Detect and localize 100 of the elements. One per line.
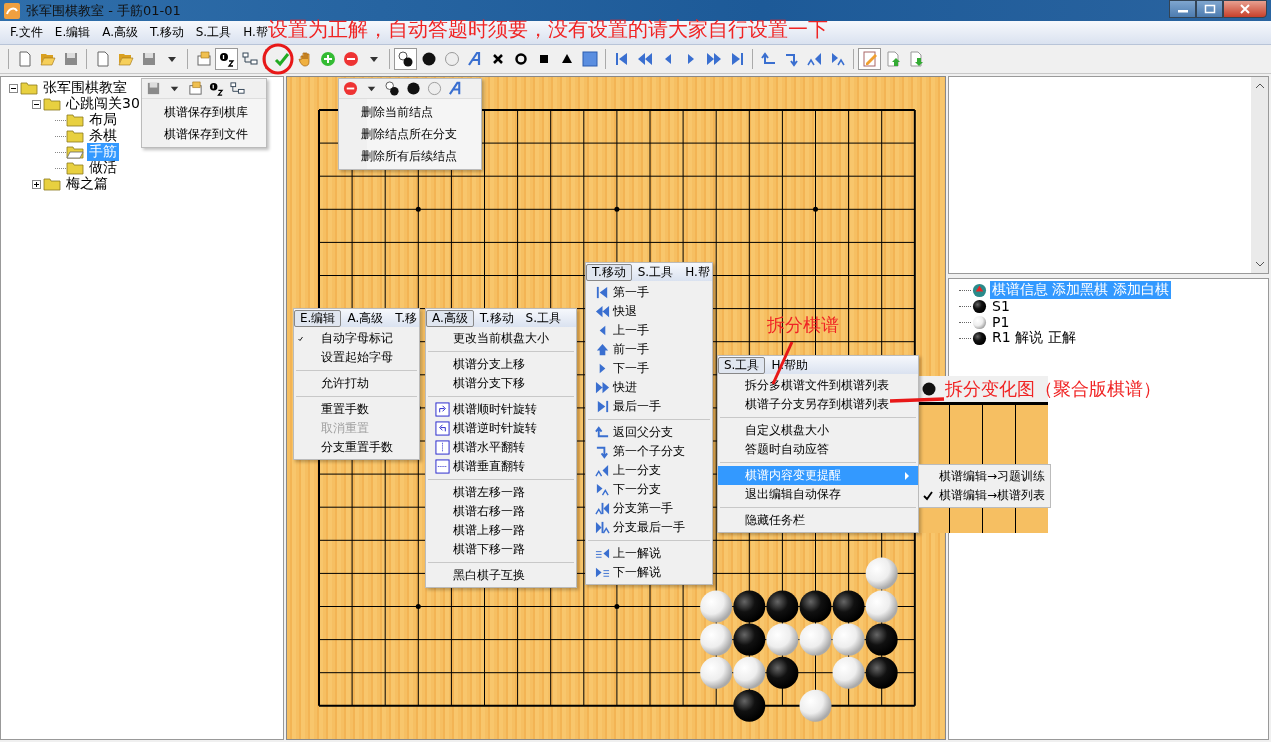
menu-item[interactable]: 删除当前结点 xyxy=(339,101,481,123)
menu-item[interactable]: 棋谱顺时针旋转 xyxy=(426,400,576,419)
remove-icon[interactable] xyxy=(343,81,358,96)
menu-item[interactable]: F.文件 xyxy=(4,24,49,41)
tree-item[interactable]: 做活 xyxy=(87,159,119,177)
folder-icon xyxy=(43,177,61,191)
rotate-clockwise-icon xyxy=(435,402,450,417)
stone-icon xyxy=(420,51,437,67)
menu-tab[interactable]: T.移 xyxy=(389,309,423,327)
menu-item[interactable]: 下一手 xyxy=(586,359,712,378)
menu-item[interactable]: 分支重置手数 xyxy=(294,438,419,457)
menu-tab[interactable]: S.工具 xyxy=(519,309,567,327)
tree-item[interactable]: 布局 xyxy=(87,111,119,129)
menu-item[interactable]: 棋谱垂直翻转 xyxy=(426,457,576,476)
menu-item[interactable]: 上一解说 xyxy=(586,544,712,563)
move-numbers-icon[interactable] xyxy=(209,81,224,96)
child-branch-icon xyxy=(783,51,800,67)
menu-item[interactable]: 答题时自动应答 xyxy=(718,440,918,459)
menu-item[interactable]: 删除结点所在分支 xyxy=(339,123,481,145)
menu-item[interactable]: 下一解说 xyxy=(586,563,712,582)
stone-icon[interactable] xyxy=(406,81,421,96)
menu-item[interactable]: 退出编辑自动保存 xyxy=(718,485,918,504)
menu-item[interactable]: 棋谱下移一路 xyxy=(426,540,576,559)
menu-tab[interactable]: S.工具 xyxy=(631,263,680,281)
menu-item[interactable]: 自动字母标记 xyxy=(294,329,419,348)
menu-item[interactable]: 返回父分支 xyxy=(586,423,712,442)
menu-tab[interactable]: E.编辑 xyxy=(294,309,342,327)
menu-item[interactable]: 棋谱子分支另存到棋谱列表 xyxy=(718,395,918,414)
stones-icon[interactable] xyxy=(385,81,400,96)
expand-icon[interactable] xyxy=(32,99,41,109)
menu-item[interactable]: 第一手 xyxy=(586,283,712,302)
move-node[interactable]: P1 xyxy=(990,314,1012,330)
menu-item[interactable]: 棋谱保存到棋库 xyxy=(142,101,266,123)
edit-button[interactable] xyxy=(858,48,881,70)
window-title: 张军围棋教室 - 手筋01-01 xyxy=(26,1,181,20)
menu-item[interactable]: 设置起始字母 xyxy=(294,348,419,367)
menu-item[interactable]: 上一手 xyxy=(586,321,712,340)
menu-tab[interactable]: A.高级 xyxy=(426,309,474,327)
menu-item[interactable]: 棋谱编辑→习题训练 xyxy=(919,467,1050,486)
menu-item[interactable]: 下一分支 xyxy=(586,480,712,499)
menu-item[interactable]: T.移动 xyxy=(144,24,190,41)
menu-item[interactable]: 棋谱逆时针旋转 xyxy=(426,419,576,438)
move-node[interactable]: S1 xyxy=(990,298,1012,314)
tree-item[interactable]: 张军围棋教室 xyxy=(41,79,129,97)
menu-item[interactable]: 第一个子分支 xyxy=(586,442,712,461)
tree-item[interactable]: 杀棋 xyxy=(87,127,119,145)
move-numbers-button[interactable] xyxy=(215,48,238,70)
menu-item[interactable]: 分支第一手 xyxy=(586,499,712,518)
tree-item[interactable]: 心跳闯关30 xyxy=(64,95,142,113)
tree-item[interactable]: 梅之篇 xyxy=(64,175,110,193)
minimize-button[interactable] xyxy=(1169,0,1196,18)
menu-item[interactable]: 分支最后一手 xyxy=(586,518,712,537)
letter-icon[interactable] xyxy=(448,81,463,96)
menu-item[interactable]: 快退 xyxy=(586,302,712,321)
menu-tab[interactable]: T.移动 xyxy=(473,309,520,327)
move-node[interactable]: R1 解说 正解 xyxy=(990,329,1078,347)
previous-comment-icon xyxy=(595,546,610,561)
tree-icon[interactable] xyxy=(230,81,245,96)
menu-item[interactable]: 重置手数 xyxy=(294,400,419,419)
menu-item[interactable]: 隐藏任务栏 xyxy=(718,511,918,530)
menu-item[interactable]: 棋谱保存到文件 xyxy=(142,123,266,145)
folder-icon xyxy=(66,129,84,143)
menu-item[interactable]: 允许打劫 xyxy=(294,374,419,393)
next-branch-icon xyxy=(595,482,610,497)
menu-item[interactable]: 棋谱上移一路 xyxy=(426,521,576,540)
properties-icon[interactable] xyxy=(188,81,203,96)
expand-icon[interactable] xyxy=(9,83,18,93)
menu-item[interactable]: 自定义棋盘大小 xyxy=(718,421,918,440)
menu-tab[interactable]: H.帮 xyxy=(679,263,716,281)
close-button[interactable] xyxy=(1223,0,1267,18)
menu-item[interactable]: 黑白棋子互换 xyxy=(426,566,576,585)
menu-item[interactable]: 棋谱水平翻转 xyxy=(426,438,576,457)
stones-button[interactable] xyxy=(394,48,417,70)
menu-item[interactable]: E.编辑 xyxy=(48,24,97,41)
record-info-icon xyxy=(972,282,987,298)
menu-item[interactable]: 最后一手 xyxy=(586,397,712,416)
menu-tab[interactable]: S.工具 xyxy=(718,356,766,374)
area-icon xyxy=(581,51,598,67)
menu-item[interactable]: 前一手 xyxy=(586,340,712,359)
menu-tab[interactable]: T.移动 xyxy=(586,263,632,281)
menu-item[interactable]: 更改当前棋盘大小 xyxy=(426,329,576,348)
scrollbar[interactable] xyxy=(1251,77,1268,273)
check-icon xyxy=(923,490,933,501)
menu-item[interactable]: 棋谱分支上移 xyxy=(426,355,576,374)
menu-item[interactable]: 棋谱编辑→棋谱列表 xyxy=(919,486,1050,505)
menu-tab[interactable]: A.高级 xyxy=(341,309,390,327)
menu-item[interactable]: 上一分支 xyxy=(586,461,712,480)
menu-item[interactable]: 棋谱左移一路 xyxy=(426,483,576,502)
save-icon[interactable] xyxy=(146,81,161,96)
flip-vertical-icon xyxy=(435,459,450,474)
menu-item[interactable]: 棋谱右移一路 xyxy=(426,502,576,521)
menu-item[interactable]: 快进 xyxy=(586,378,712,397)
menu-item[interactable]: 棋谱分支下移 xyxy=(426,374,576,393)
stone-icon xyxy=(921,381,937,397)
stones-icon xyxy=(397,51,414,67)
maximize-button[interactable] xyxy=(1196,0,1223,18)
expand-icon[interactable] xyxy=(32,179,41,189)
menu-item[interactable]: S.工具 xyxy=(189,24,238,41)
menu-item[interactable]: A.高级 xyxy=(96,24,144,41)
menu-item[interactable]: 删除所有后续结点 xyxy=(339,145,481,167)
